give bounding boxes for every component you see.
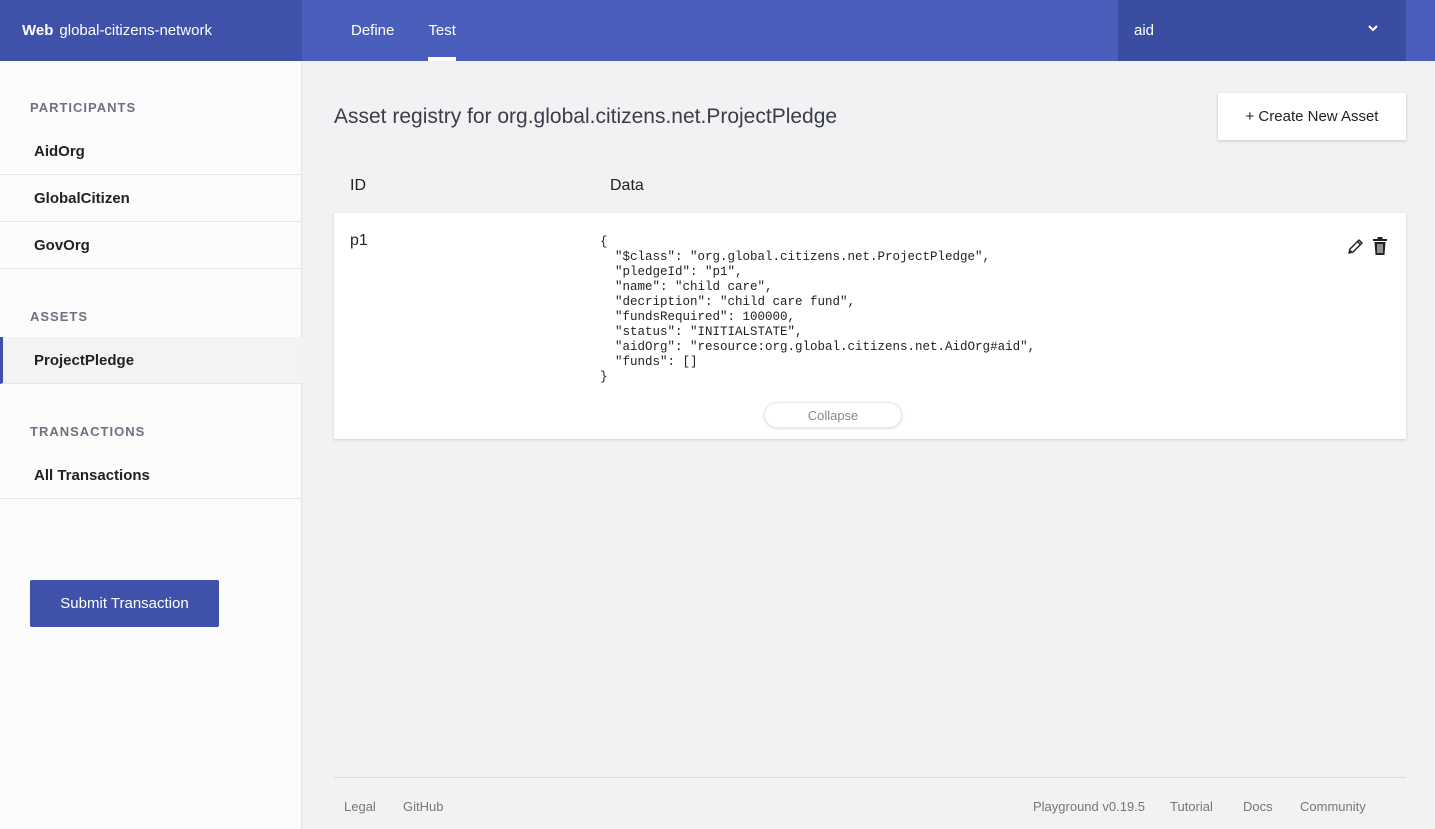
submit-transaction-button[interactable]: Submit Transaction	[30, 580, 219, 627]
assets-title: ASSETS	[30, 309, 89, 324]
brand: Web global-citizens-network	[0, 0, 302, 61]
top-bar: Web global-citizens-network Define Test …	[0, 0, 1435, 61]
sidebar-item-govorg[interactable]: GovOrg	[0, 222, 302, 269]
column-header-data: Data	[610, 177, 644, 194]
brand-bold: Web	[22, 22, 54, 39]
create-new-asset-button[interactable]: + Create New Asset	[1218, 93, 1406, 140]
footer-version: Playground v0.19.5	[1033, 799, 1146, 814]
transactions-title: TRANSACTIONS	[30, 424, 146, 439]
sidebar-item-globalcitizen[interactable]: GlobalCitizen	[0, 175, 302, 222]
trash-icon[interactable]	[1370, 236, 1390, 256]
chevron-down-icon	[1368, 25, 1378, 32]
footer-divider	[334, 777, 1406, 778]
footer-link-docs[interactable]: Docs	[1243, 799, 1273, 814]
sidebar: PARTICIPANTS AidOrg GlobalCitizen GovOrg…	[0, 61, 302, 829]
tab-test[interactable]: Test	[428, 0, 456, 61]
sidebar-item-aidorg[interactable]: AidOrg	[0, 128, 302, 175]
sidebar-item-all-transactions[interactable]: All Transactions	[0, 452, 302, 499]
footer-link-github[interactable]: GitHub	[403, 799, 443, 814]
footer-link-legal[interactable]: Legal	[344, 799, 376, 814]
asset-json-data: { "$class": "org.global.citizens.net.Pro…	[600, 235, 1036, 384]
sidebar-item-projectpledge[interactable]: ProjectPledge	[0, 337, 302, 384]
nav-tabs: Define Test	[351, 0, 490, 61]
column-header-id: ID	[350, 177, 366, 194]
footer-link-community[interactable]: Community	[1300, 799, 1366, 814]
identity-dropdown[interactable]: aid	[1118, 0, 1406, 61]
collapse-button[interactable]: Collapse	[764, 402, 902, 428]
tab-define[interactable]: Define	[351, 0, 394, 61]
asset-id: p1	[350, 232, 368, 249]
identity-value: aid	[1134, 22, 1155, 39]
brand-name: global-citizens-network	[59, 22, 212, 39]
footer-link-tutorial[interactable]: Tutorial	[1170, 799, 1213, 814]
table-row: p1 { "$class": "org.global.citizens.net.…	[334, 213, 1406, 439]
participants-title: PARTICIPANTS	[30, 100, 137, 115]
page-title: Asset registry for org.global.citizens.n…	[334, 105, 838, 128]
pencil-icon[interactable]	[1346, 236, 1366, 256]
